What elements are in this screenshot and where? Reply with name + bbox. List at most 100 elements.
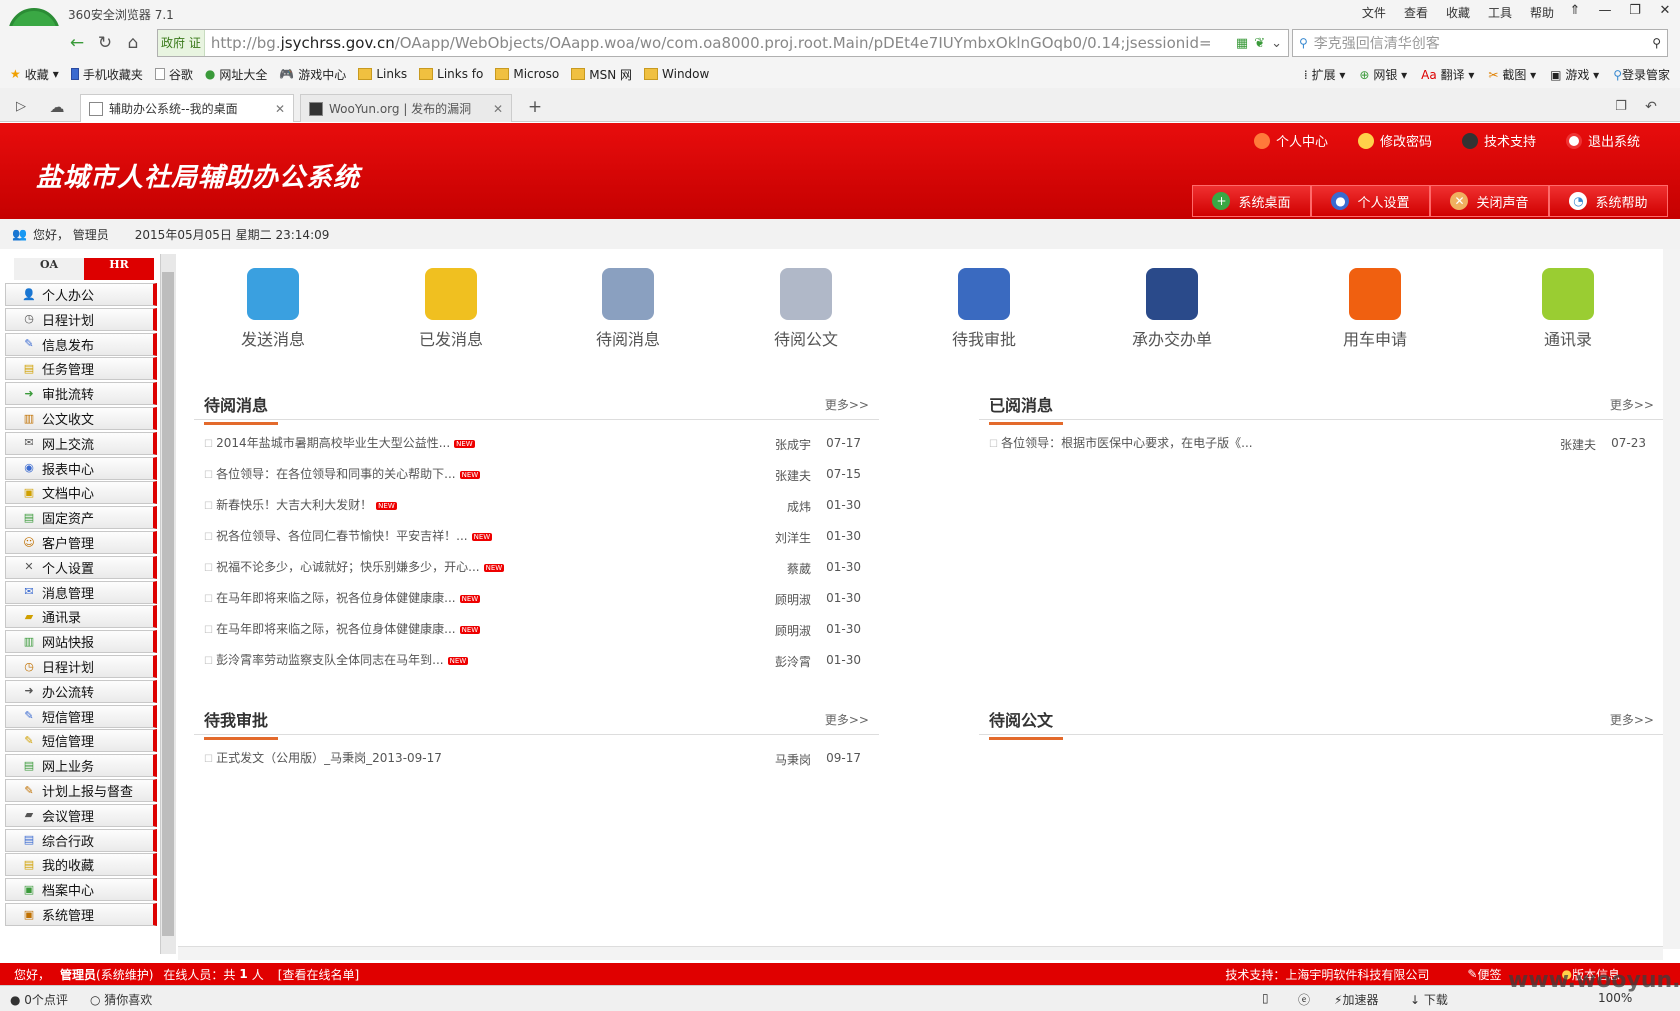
item-title[interactable]: 彭泠霄率劳动监察支队全体同志在马年到... [216, 653, 443, 667]
translate-button[interactable]: Aa 翻译 ▾ [1421, 66, 1474, 83]
new-tab-button[interactable]: + [522, 94, 548, 120]
item-title[interactable]: 在马年即将来临之际，祝各位身体健健康康... [216, 622, 455, 636]
menu-view[interactable]: 查看 [1404, 4, 1428, 21]
dropdown-icon[interactable]: ⌄ [1271, 36, 1282, 51]
sidebar-toggle-icon[interactable]: ▷ [8, 94, 34, 120]
login-manager-button[interactable]: ⚲登录管家 [1613, 66, 1670, 83]
qr-code-icon[interactable]: ▦ [1236, 36, 1248, 51]
main-vertical-scrollbar[interactable] [1663, 249, 1680, 949]
list-item[interactable]: 2014年盐城市暑期高校毕业生大型公益性... NEW 张成宇 07-17 [194, 426, 879, 457]
tab-system-desktop[interactable]: + 系统桌面 [1192, 185, 1311, 217]
tab-mute-sound[interactable]: ✕ 关闭声音 [1430, 185, 1549, 217]
more-link[interactable]: 更多>> [825, 396, 869, 413]
guess-like-button[interactable]: ○ 猜你喜欢 [90, 991, 152, 1008]
ebank-button[interactable]: ⊕ 网银 ▾ [1359, 66, 1407, 83]
address-bar[interactable]: 政府 证 http://bg.jsychrss.gov.cn/OAapp/Web… [157, 29, 1289, 57]
back-arrow-icon[interactable]: ← [64, 30, 90, 56]
sidebar-item[interactable]: ✉ 网上交流 [5, 431, 157, 455]
list-item[interactable]: 彭泠霄率劳动监察支队全体同志在马年到... NEW 彭泠霄 01-30 [194, 643, 879, 674]
sidebar-item[interactable]: ▥ 公文收文 [5, 407, 157, 430]
list-item[interactable]: 在马年即将来临之际，祝各位身体健健康康... NEW 顾明淑 01-30 [194, 581, 879, 612]
bookmark-microso[interactable]: Microso [495, 67, 559, 81]
menu-favorites[interactable]: 收藏 [1446, 4, 1470, 21]
item-title[interactable]: 2014年盐城市暑期高校毕业生大型公益性... [216, 436, 450, 450]
bookmark-favorites[interactable]: ★ 收藏 ▾ [10, 66, 59, 83]
bookmark-msn[interactable]: MSN 网 [571, 66, 632, 83]
bookmark-links-fo[interactable]: Links fo [419, 67, 483, 81]
sidebar-item[interactable]: ▤ 固定资产 [5, 506, 157, 530]
item-title[interactable]: 新春快乐！大吉大利大发财！ [216, 498, 372, 512]
quick-icon-item[interactable]: 待我审批 [909, 268, 1059, 350]
sidebar-item[interactable]: ▰ 通讯录 [5, 605, 157, 629]
cloud-icon[interactable]: ☁ [44, 94, 70, 120]
sidebar-item[interactable]: ▤ 网上业务 [5, 754, 157, 778]
sidebar-item[interactable]: ✎ 短信管理 [5, 704, 157, 728]
sidebar-item[interactable]: ✎ 信息发布 [5, 332, 157, 356]
bookmark-sites[interactable]: ● 网址大全 [205, 66, 268, 83]
sidebar-item[interactable]: ➜ 办公流转 [5, 679, 157, 703]
search-box[interactable]: ⚲ 李克强回信清华创客 ⚲ [1292, 29, 1668, 57]
quick-icon-item[interactable]: 承办交办单 [1097, 268, 1247, 350]
sidebar-scroll-thumb[interactable] [162, 272, 174, 936]
sidebar-item[interactable]: ▣ 文档中心 [5, 481, 157, 505]
quick-icon-item[interactable]: 用车申请 [1300, 268, 1450, 350]
sidebar-item[interactable]: ✕ 个人设置 [5, 555, 157, 579]
search-icon[interactable]: ⚲ [1652, 36, 1661, 50]
list-item[interactable]: 各位领导：在各位领导和同事的关心帮助下... NEW 张建夫 07-15 [194, 457, 879, 488]
close-window-button[interactable]: ✕ [1650, 0, 1680, 22]
home-icon[interactable]: ⌂ [120, 30, 146, 56]
list-item[interactable]: 在马年即将来临之际，祝各位身体健健康康... NEW 顾明淑 01-30 [194, 612, 879, 643]
quick-icon-item[interactable]: 已发消息 [376, 268, 526, 350]
skin-button[interactable]: ⇑ [1560, 0, 1590, 22]
sidebar-item[interactable]: ◷ 日程计划 [5, 307, 157, 331]
tech-support-link[interactable]: 技术支持 [1461, 131, 1536, 150]
quick-icon-item[interactable]: 待阅消息 [553, 268, 703, 350]
sidebar-item[interactable]: ◉ 报表中心 [5, 456, 157, 480]
view-online-list-link[interactable]: [查看在线名单] [278, 966, 359, 983]
sidebar-item[interactable]: ✉ 消息管理 [5, 580, 157, 604]
logout-link[interactable]: 退出系统 [1565, 131, 1640, 150]
list-item[interactable]: 祝福不论多少，心诚就好；快乐别嫌多少，开心... NEW 蔡葳 01-30 [194, 550, 879, 581]
sidebar-item[interactable]: 👤 个人办公 [5, 283, 157, 306]
bookmark-links[interactable]: Links [358, 67, 407, 81]
restore-tab-icon[interactable]: ❐ [1608, 94, 1634, 120]
more-link[interactable]: 更多>> [825, 711, 869, 728]
quick-icon-item[interactable]: 待阅公文 [731, 268, 881, 350]
quick-icon-item[interactable]: 通讯录 [1493, 268, 1643, 350]
search-engine-icon[interactable]: ⚲ [1299, 36, 1308, 50]
sidebar-item[interactable]: ▰ 会议管理 [5, 803, 157, 827]
maximize-button[interactable]: ❐ [1620, 0, 1650, 22]
sidebar-item[interactable]: ▣ 系统管理 [5, 903, 157, 926]
more-link[interactable]: 更多>> [1610, 711, 1654, 728]
quick-icon-item[interactable]: 发送消息 [198, 268, 348, 350]
change-password-link[interactable]: 修改密码 [1357, 131, 1432, 150]
bookmark-games[interactable]: 🎮 游戏中心 [279, 66, 346, 83]
notes-link[interactable]: 便签 [1477, 966, 1501, 983]
bookmark-google[interactable]: 谷歌 [154, 66, 193, 83]
item-title[interactable]: 正式发文（公用版）_马秉岗_2013-09-17 [216, 751, 442, 765]
comments-button[interactable]: ● 0个点评 [10, 991, 68, 1008]
item-title[interactable]: 各位领导：在各位领导和同事的关心帮助下... [216, 467, 455, 481]
leaf-icon[interactable]: ❦ [1254, 36, 1265, 51]
bookmark-window[interactable]: Window [644, 67, 709, 81]
undo-close-icon[interactable]: ↶ [1638, 94, 1664, 120]
zoom-level[interactable]: 100% [1598, 991, 1632, 1005]
sidebar-item[interactable]: ☺ 客户管理 [5, 531, 157, 554]
menu-help[interactable]: 帮助 [1530, 4, 1554, 21]
sidebar-item[interactable]: ▤ 我的收藏 [5, 853, 157, 877]
gov-cert-badge[interactable]: 政府 证 [158, 30, 205, 56]
close-tab-icon[interactable]: ✕ [493, 102, 503, 116]
item-title[interactable]: 祝各位领导、各位同仁春节愉快！平安吉祥！... [216, 529, 467, 543]
main-horizontal-scrollbar[interactable] [178, 946, 1663, 960]
list-item[interactable]: 祝各位领导、各位同仁春节愉快！平安吉祥！... NEW 刘洋生 01-30 [194, 519, 879, 550]
sidebar-item[interactable]: ▣ 档案中心 [5, 878, 157, 902]
tab-oa[interactable]: OA [14, 258, 84, 280]
personal-center-link[interactable]: 个人中心 [1253, 131, 1328, 150]
phone-icon[interactable]: ▯ [1262, 991, 1269, 1005]
screenshot-button[interactable]: ✂ 截图 ▾ [1488, 66, 1536, 83]
search-input[interactable]: 李克强回信清华创客 [1308, 33, 1652, 53]
tab-oa-desktop[interactable]: 辅助办公系统--我的桌面 ✕ [80, 94, 294, 122]
item-title[interactable]: 在马年即将来临之际，祝各位身体健健康康... [216, 591, 455, 605]
extensions-button[interactable]: ⁞ 扩展 ▾ [1304, 66, 1346, 83]
refresh-icon[interactable]: ↻ [92, 30, 118, 56]
